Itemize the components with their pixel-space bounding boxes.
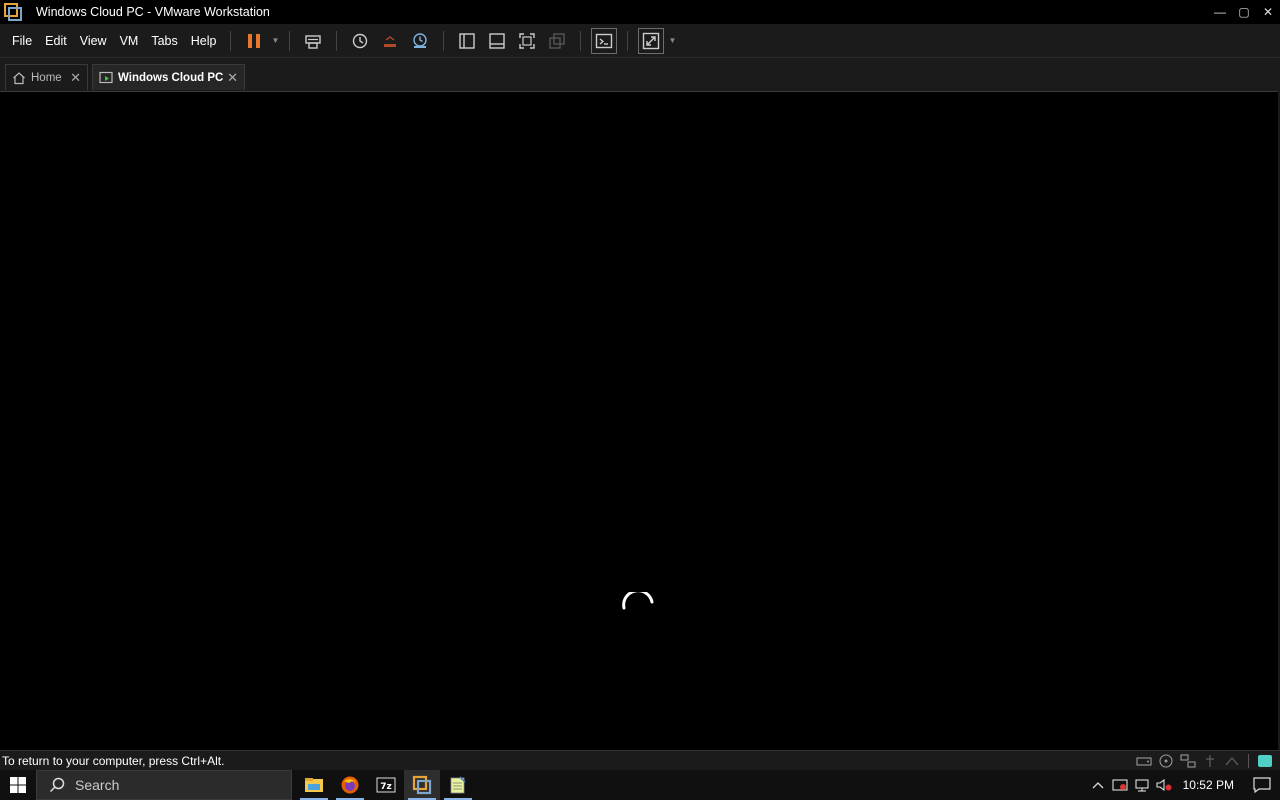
stretch-dropdown[interactable]: ▼ xyxy=(666,28,678,54)
toolbar-separator xyxy=(289,30,291,51)
pause-button[interactable] xyxy=(241,28,267,54)
file-explorer-icon xyxy=(305,778,323,792)
tray-overflow-chevron-up-icon[interactable] xyxy=(1087,770,1109,800)
send-ctrl-alt-del-icon xyxy=(305,34,322,49)
device-status-icons xyxy=(1135,752,1274,770)
show-library-button[interactable] xyxy=(454,28,480,54)
tray-network-icon[interactable] xyxy=(1131,770,1153,800)
tray-vmware-network-icon[interactable] xyxy=(1109,770,1131,800)
tab-windows-cloud-pc[interactable]: Windows Cloud PC ✕ xyxy=(92,64,245,90)
taskbar-clock[interactable]: 10:52 PM xyxy=(1175,778,1244,792)
message-log-icon[interactable] xyxy=(1256,753,1274,769)
hard-disk-icon[interactable] xyxy=(1135,753,1153,769)
minimize-button[interactable]: — xyxy=(1208,0,1232,24)
search-icon xyxy=(49,777,65,793)
window-controls: — ▢ ✕ xyxy=(1208,0,1280,24)
toolbar-separator xyxy=(336,30,338,51)
unity-icon xyxy=(549,32,566,49)
take-snapshot-button[interactable] xyxy=(347,28,373,54)
tab-home-label: Home xyxy=(31,71,62,84)
sound-card-icon[interactable] xyxy=(1223,753,1241,769)
revert-snapshot-icon xyxy=(384,35,397,47)
maximize-button[interactable]: ▢ xyxy=(1232,0,1256,24)
tab-vm-close-icon[interactable]: ✕ xyxy=(227,70,238,86)
menu-edit[interactable]: Edit xyxy=(39,24,73,58)
cd-dvd-icon[interactable] xyxy=(1157,753,1175,769)
snapshot-manager-button[interactable] xyxy=(407,28,433,54)
notepad-icon xyxy=(450,776,466,794)
stretch-guest-button[interactable] xyxy=(638,27,665,54)
send-ctrl-alt-del-button[interactable] xyxy=(300,28,326,54)
taskbar-7zip[interactable]: 7z xyxy=(368,770,404,800)
vmware-app-icon xyxy=(4,3,22,21)
full-screen-icon xyxy=(519,32,536,49)
console-view-button[interactable] xyxy=(591,27,618,54)
unity-button[interactable] xyxy=(544,28,570,54)
window-title: Windows Cloud PC - VMware Workstation xyxy=(36,5,270,19)
tab-bar: Home ✕ Windows Cloud PC ✕ xyxy=(0,58,1280,92)
pause-dropdown[interactable]: ▼ xyxy=(269,28,281,54)
search-placeholder: Search xyxy=(75,777,120,793)
status-bar: To return to your computer, press Ctrl+A… xyxy=(0,750,1280,770)
toolbar-separator xyxy=(580,30,582,51)
taskbar-file-explorer[interactable] xyxy=(296,770,332,800)
menu-file[interactable]: File xyxy=(6,24,38,58)
firefox-icon xyxy=(341,776,359,794)
revert-snapshot-button[interactable] xyxy=(377,28,403,54)
start-button[interactable] xyxy=(0,770,36,800)
full-screen-button[interactable] xyxy=(514,28,540,54)
snapshot-icon xyxy=(353,33,368,48)
tab-home[interactable]: Home ✕ xyxy=(5,64,88,90)
usb-icon[interactable] xyxy=(1201,753,1219,769)
network-adapter-icon[interactable] xyxy=(1179,753,1197,769)
notification-icon xyxy=(1253,777,1271,793)
toolbar-separator xyxy=(230,30,232,51)
status-message: To return to your computer, press Ctrl+A… xyxy=(2,753,225,768)
toolbar-separator xyxy=(443,30,445,51)
thumbnail-bar-button[interactable] xyxy=(484,28,510,54)
status-separator xyxy=(1248,754,1249,768)
console-view-icon xyxy=(596,33,613,48)
menu-view[interactable]: View xyxy=(74,24,113,58)
title-bar: Windows Cloud PC - VMware Workstation — … xyxy=(0,0,1280,24)
vmware-icon xyxy=(412,775,432,795)
taskbar-search[interactable]: Search xyxy=(36,770,292,800)
stretch-guest-icon xyxy=(643,32,660,49)
toolbar-separator xyxy=(627,30,629,51)
close-button[interactable]: ✕ xyxy=(1256,0,1280,24)
home-icon xyxy=(13,71,25,84)
show-library-icon xyxy=(459,32,476,49)
notification-center-button[interactable] xyxy=(1244,770,1280,800)
snapshot-manager-icon xyxy=(413,32,428,48)
taskbar-notepad[interactable] xyxy=(440,770,476,800)
svg-text:7z: 7z xyxy=(380,782,392,792)
windows-taskbar: Search 7z 10:52 PM xyxy=(0,770,1280,800)
menu-tabs[interactable]: Tabs xyxy=(145,24,183,58)
vm-display[interactable] xyxy=(0,92,1280,750)
menu-vm[interactable]: VM xyxy=(114,24,145,58)
thumbnail-bar-icon xyxy=(489,32,506,49)
taskbar-apps: 7z xyxy=(296,770,476,800)
system-tray: 10:52 PM xyxy=(1087,770,1280,800)
taskbar-vmware[interactable] xyxy=(404,770,440,800)
menu-toolbar: File Edit View VM Tabs Help ▼ ▼ xyxy=(0,24,1280,58)
windows-logo-icon xyxy=(10,777,26,793)
taskbar-firefox[interactable] xyxy=(332,770,368,800)
menu-help[interactable]: Help xyxy=(185,24,223,58)
vm-running-icon xyxy=(99,71,113,83)
tab-vm-label: Windows Cloud PC xyxy=(118,71,224,84)
7zip-icon: 7z xyxy=(376,777,396,793)
pause-icon xyxy=(248,33,261,48)
tray-volume-muted-icon[interactable] xyxy=(1153,770,1175,800)
tab-home-close-icon[interactable]: ✕ xyxy=(70,70,81,86)
loading-spinner-icon xyxy=(622,592,654,610)
